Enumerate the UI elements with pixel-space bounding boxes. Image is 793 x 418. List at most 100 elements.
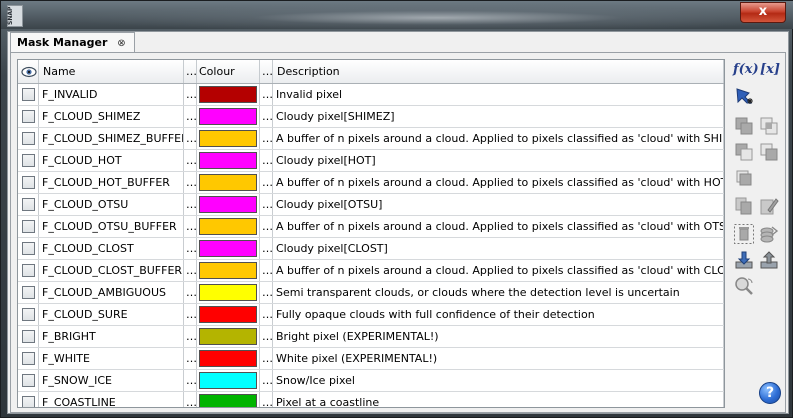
mask-name-cell[interactable]: F_CLOUD_SHIMEZ bbox=[38, 105, 184, 128]
visibility-cell[interactable] bbox=[18, 105, 39, 128]
visibility-checkbox[interactable] bbox=[21, 110, 35, 124]
edit-name-button[interactable]: … bbox=[183, 193, 197, 216]
mask-name-cell[interactable]: F_CLOUD_AMBIGUOUS bbox=[38, 281, 184, 304]
edit-colour-button[interactable]: … bbox=[259, 149, 273, 172]
mask-colour-cell[interactable] bbox=[196, 369, 260, 392]
help-button[interactable]: ? bbox=[759, 382, 781, 404]
mask-description-cell[interactable]: Cloudy pixel[HOT] bbox=[272, 149, 724, 172]
visibility-checkbox[interactable] bbox=[21, 286, 35, 300]
edit-name-button[interactable]: … bbox=[183, 149, 197, 172]
edit-name-button[interactable]: … bbox=[183, 325, 197, 348]
edit-name-button[interactable]: … bbox=[183, 369, 197, 392]
table-row[interactable]: F_COASTLINE…… Pixel at a coastline bbox=[18, 391, 724, 407]
visibility-cell[interactable] bbox=[18, 369, 39, 392]
table-row[interactable]: F_CLOUD_SURE…… Fully opaque clouds with f… bbox=[18, 303, 724, 326]
edit-name-button[interactable]: … bbox=[183, 215, 197, 238]
mask-description-cell[interactable]: Pixel at a coastline bbox=[272, 391, 724, 407]
colour-swatch[interactable] bbox=[199, 350, 257, 367]
mask-description-cell[interactable]: Fully opaque clouds with full confidence… bbox=[272, 303, 724, 326]
mask-description-cell[interactable]: A buffer of n pixels around a cloud. App… bbox=[272, 171, 724, 194]
colour-swatch[interactable] bbox=[199, 306, 257, 323]
edit-colour-button[interactable]: … bbox=[259, 369, 273, 392]
table-row[interactable]: F_CLOUD_SHIMEZ_BUFFER…… A buffer of n pix… bbox=[18, 127, 724, 150]
colour-swatch[interactable] bbox=[199, 328, 257, 345]
mask-name-cell[interactable]: F_CLOUD_SHIMEZ_BUFFER bbox=[38, 127, 184, 150]
mask-colour-cell[interactable] bbox=[196, 259, 260, 282]
table-row[interactable]: F_CLOUD_OTSU_BUFFER…… A buffer of n pixel… bbox=[18, 215, 724, 238]
mask-name-cell[interactable]: F_CLOUD_OTSU bbox=[38, 193, 184, 216]
new-vector-mask-icon[interactable] bbox=[733, 85, 755, 107]
edit-name-button[interactable]: … bbox=[183, 303, 197, 326]
colour-swatch[interactable] bbox=[199, 284, 257, 301]
edit-colour-button[interactable]: … bbox=[259, 193, 273, 216]
mask-colour-cell[interactable] bbox=[196, 193, 260, 216]
band-maths-expression-button[interactable]: f(x) bbox=[733, 62, 759, 77]
mask-description-cell[interactable]: A buffer of n pixels around a cloud. App… bbox=[272, 259, 724, 282]
edit-name-button[interactable]: … bbox=[183, 83, 197, 106]
mask-colour-cell[interactable] bbox=[196, 281, 260, 304]
table-row[interactable]: F_SNOW_ICE…… Snow/Ice pixel bbox=[18, 369, 724, 392]
mask-description-cell[interactable]: Cloudy pixel[SHIMEZ] bbox=[272, 105, 724, 128]
visibility-cell[interactable] bbox=[18, 193, 39, 216]
table-row[interactable]: F_INVALID…… Invalid pixel bbox=[18, 83, 724, 106]
mask-colour-cell[interactable] bbox=[196, 325, 260, 348]
mask-description-cell[interactable]: Invalid pixel bbox=[272, 83, 724, 106]
mask-name-cell[interactable]: F_CLOUD_HOT_BUFFER bbox=[38, 171, 184, 194]
visibility-checkbox[interactable] bbox=[21, 176, 35, 190]
visibility-checkbox[interactable] bbox=[21, 132, 35, 146]
column-header-name[interactable]: Name bbox=[38, 60, 184, 84]
colour-swatch[interactable] bbox=[199, 130, 257, 147]
edit-colour-button[interactable]: … bbox=[259, 237, 273, 260]
mask-colour-cell[interactable] bbox=[196, 105, 260, 128]
mask-name-cell[interactable]: F_INVALID bbox=[38, 83, 184, 106]
mask-description-cell[interactable]: Cloudy pixel[OTSU] bbox=[272, 193, 724, 216]
visibility-checkbox[interactable] bbox=[21, 264, 35, 278]
visibility-cell[interactable] bbox=[18, 281, 39, 304]
table-row[interactable]: F_BRIGHT…… Bright pixel (EXPERIMENTAL!) bbox=[18, 325, 724, 348]
edit-colour-button[interactable]: … bbox=[259, 325, 273, 348]
table-row[interactable]: F_CLOUD_HOT…… Cloudy pixel[HOT] bbox=[18, 149, 724, 172]
mask-colour-cell[interactable] bbox=[196, 237, 260, 260]
visibility-checkbox[interactable] bbox=[21, 198, 35, 212]
visibility-checkbox[interactable] bbox=[21, 330, 35, 344]
visibility-checkbox[interactable] bbox=[21, 396, 35, 407]
visibility-cell[interactable] bbox=[18, 127, 39, 150]
visibility-cell[interactable] bbox=[18, 149, 39, 172]
mask-name-cell[interactable]: F_CLOUD_CLOST_BUFFER bbox=[38, 259, 184, 282]
edit-name-button[interactable]: … bbox=[183, 347, 197, 370]
colour-swatch[interactable] bbox=[199, 86, 257, 103]
column-header-dots-2[interactable]: … bbox=[259, 60, 273, 84]
visibility-checkbox[interactable] bbox=[21, 352, 35, 366]
mask-colour-cell[interactable] bbox=[196, 391, 260, 407]
mask-description-cell[interactable]: Semi transparent clouds, or clouds where… bbox=[272, 281, 724, 304]
edit-colour-button[interactable]: … bbox=[259, 303, 273, 326]
mask-colour-cell[interactable] bbox=[196, 215, 260, 238]
edit-name-button[interactable]: … bbox=[183, 127, 197, 150]
import-mask-icon[interactable] bbox=[733, 249, 755, 271]
visibility-cell[interactable] bbox=[18, 391, 39, 407]
visibility-checkbox[interactable] bbox=[21, 154, 35, 168]
mask-colour-cell[interactable] bbox=[196, 347, 260, 370]
edit-colour-button[interactable]: … bbox=[259, 171, 273, 194]
colour-swatch[interactable] bbox=[199, 240, 257, 257]
colour-swatch[interactable] bbox=[199, 218, 257, 235]
edit-name-button[interactable]: … bbox=[183, 237, 197, 260]
colour-swatch[interactable] bbox=[199, 108, 257, 125]
mask-description-cell[interactable]: Cloudy pixel[CLOST] bbox=[272, 237, 724, 260]
edit-colour-button[interactable]: … bbox=[259, 281, 273, 304]
visibility-checkbox[interactable] bbox=[21, 242, 35, 256]
table-row[interactable]: F_CLOUD_CLOST…… Cloudy pixel[CLOST] bbox=[18, 237, 724, 260]
edit-name-button[interactable]: … bbox=[183, 171, 197, 194]
edit-colour-button[interactable]: … bbox=[259, 127, 273, 150]
visibility-cell[interactable] bbox=[18, 347, 39, 370]
mask-description-cell[interactable]: Snow/Ice pixel bbox=[272, 369, 724, 392]
mask-colour-cell[interactable] bbox=[196, 83, 260, 106]
edit-name-button[interactable]: … bbox=[183, 391, 197, 407]
visibility-cell[interactable] bbox=[18, 303, 39, 326]
mask-name-cell[interactable]: F_BRIGHT bbox=[38, 325, 184, 348]
table-row[interactable]: F_CLOUD_CLOST_BUFFER…… A buffer of n pixe… bbox=[18, 259, 724, 282]
title-bar[interactable]: SNAP x bbox=[1, 1, 793, 29]
close-window-button[interactable]: x bbox=[740, 2, 786, 23]
column-header-dots-1[interactable]: … bbox=[183, 60, 197, 84]
mask-name-cell[interactable]: F_COASTLINE bbox=[38, 391, 184, 407]
